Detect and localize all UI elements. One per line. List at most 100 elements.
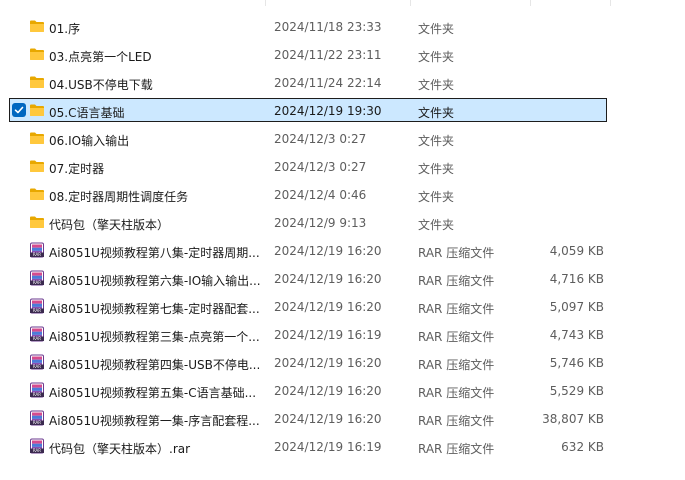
file-type: RAR 压缩文件 (418, 414, 495, 428)
file-row[interactable]: RAR 代码包（擎天柱版本）.rar 2024/12/19 16:19 RAR … (0, 433, 685, 461)
file-date-modified: 2024/12/9 9:13 (274, 216, 367, 230)
file-name[interactable]: 03.点亮第一个LED (49, 48, 261, 65)
file-size: 632 KB (561, 440, 604, 454)
checkmark-icon (14, 106, 24, 114)
file-row[interactable]: 08.定时器周期性调度任务 2024/12/4 0:46 文件夹 (0, 181, 685, 209)
file-row[interactable]: 05.C语言基础 2024/12/19 19:30 文件夹 (0, 97, 685, 125)
file-row[interactable]: 04.USB不停电下载 2024/11/24 22:14 文件夹 (0, 69, 685, 97)
svg-text:RAR: RAR (33, 336, 41, 341)
file-date-modified: 2024/12/19 16:19 (274, 328, 382, 342)
file-name[interactable]: Ai8051U视频教程第七集-定时器配套... (49, 300, 261, 317)
svg-text:RAR: RAR (33, 252, 41, 257)
rar-icon: RAR (29, 382, 45, 398)
file-date-modified: 2024/12/4 0:46 (274, 188, 367, 202)
file-type: RAR 压缩文件 (418, 246, 495, 260)
rar-icon: RAR (29, 270, 45, 286)
file-type: 文件夹 (418, 190, 455, 204)
file-row[interactable]: RAR Ai8051U视频教程第六集-IO输入输出... 2024/12/19 … (0, 265, 685, 293)
file-name[interactable]: Ai8051U视频教程第六集-IO输入输出... (49, 272, 261, 289)
svg-text:RAR: RAR (33, 280, 41, 285)
file-type: 文件夹 (418, 106, 455, 120)
file-date-modified: 2024/12/19 16:20 (274, 244, 382, 258)
file-type: RAR 压缩文件 (418, 330, 495, 344)
folder-icon (29, 214, 45, 230)
file-type: 文件夹 (418, 162, 455, 176)
file-size: 4,743 KB (549, 328, 604, 342)
file-date-modified: 2024/11/22 23:11 (274, 48, 382, 62)
svg-text:RAR: RAR (33, 392, 41, 397)
svg-text:RAR: RAR (33, 420, 41, 425)
file-size: 4,059 KB (549, 244, 604, 258)
file-date-modified: 2024/12/19 19:30 (274, 104, 382, 118)
file-type: 文件夹 (418, 22, 455, 36)
rar-icon: RAR (29, 354, 45, 370)
file-type: 文件夹 (418, 50, 455, 64)
file-name[interactable]: Ai8051U视频教程第五集-C语言基础... (49, 384, 261, 401)
svg-text:RAR: RAR (33, 448, 41, 453)
folder-icon (29, 18, 45, 34)
file-name[interactable]: Ai8051U视频教程第一集-序言配套程... (49, 412, 261, 429)
file-row[interactable]: 01.序 2024/11/18 23:33 文件夹 (0, 13, 685, 41)
svg-text:RAR: RAR (33, 308, 41, 313)
file-name[interactable]: 08.定时器周期性调度任务 (49, 188, 261, 205)
file-type: 文件夹 (418, 218, 455, 232)
file-name[interactable]: Ai8051U视频教程第三集-点亮第一个... (49, 328, 261, 345)
file-row[interactable]: RAR Ai8051U视频教程第七集-定时器配套... 2024/12/19 1… (0, 293, 685, 321)
file-name[interactable]: Ai8051U视频教程第八集-定时器周期... (49, 244, 261, 261)
file-name[interactable]: 04.USB不停电下载 (49, 76, 261, 93)
folder-icon (29, 46, 45, 62)
file-name[interactable]: 07.定时器 (49, 160, 261, 177)
file-type: RAR 压缩文件 (418, 442, 495, 456)
file-row[interactable]: RAR Ai8051U视频教程第五集-C语言基础... 2024/12/19 1… (0, 377, 685, 405)
row-checkbox[interactable] (12, 103, 26, 117)
file-size: 5,746 KB (549, 356, 604, 370)
file-type: RAR 压缩文件 (418, 358, 495, 372)
file-type: RAR 压缩文件 (418, 274, 495, 288)
file-date-modified: 2024/11/24 22:14 (274, 76, 382, 90)
rar-icon: RAR (29, 410, 45, 426)
column-divider[interactable] (410, 0, 411, 6)
file-row[interactable]: 07.定时器 2024/12/3 0:27 文件夹 (0, 153, 685, 181)
file-date-modified: 2024/12/19 16:20 (274, 272, 382, 286)
file-row[interactable]: RAR Ai8051U视频教程第三集-点亮第一个... 2024/12/19 1… (0, 321, 685, 349)
folder-icon (29, 102, 45, 118)
file-row[interactable]: 03.点亮第一个LED 2024/11/22 23:11 文件夹 (0, 41, 685, 69)
file-date-modified: 2024/12/19 16:20 (274, 412, 382, 426)
column-divider[interactable] (610, 0, 611, 6)
file-type: 文件夹 (418, 134, 455, 148)
folder-icon (29, 158, 45, 174)
file-name[interactable]: 06.IO输入输出 (49, 132, 261, 149)
file-name[interactable]: Ai8051U视频教程第四集-USB不停电... (49, 356, 261, 373)
file-row[interactable]: 06.IO输入输出 2024/12/3 0:27 文件夹 (0, 125, 685, 153)
file-size: 5,097 KB (549, 300, 604, 314)
file-type: 文件夹 (418, 78, 455, 92)
file-type: RAR 压缩文件 (418, 386, 495, 400)
file-name[interactable]: 05.C语言基础 (49, 104, 261, 121)
column-divider[interactable] (265, 0, 266, 6)
file-date-modified: 2024/12/19 16:20 (274, 384, 382, 398)
file-size: 5,529 KB (549, 384, 604, 398)
rar-icon: RAR (29, 326, 45, 342)
file-date-modified: 2024/12/19 16:20 (274, 300, 382, 314)
file-name[interactable]: 代码包（擎天柱版本）.rar (49, 440, 261, 457)
file-row[interactable]: RAR Ai8051U视频教程第一集-序言配套程... 2024/12/19 1… (0, 405, 685, 433)
file-date-modified: 2024/12/3 0:27 (274, 160, 367, 174)
file-row[interactable]: RAR Ai8051U视频教程第四集-USB不停电... 2024/12/19 … (0, 349, 685, 377)
file-name[interactable]: 代码包（擎天柱版本） (49, 216, 261, 233)
column-divider[interactable] (530, 0, 531, 6)
file-size: 38,807 KB (542, 412, 604, 426)
rar-icon: RAR (29, 298, 45, 314)
column-header-strip (0, 0, 685, 6)
svg-text:RAR: RAR (33, 364, 41, 369)
file-list: 01.序 2024/11/18 23:33 文件夹 03.点亮第一个LED 20… (0, 13, 685, 461)
file-row[interactable]: RAR Ai8051U视频教程第八集-定时器周期... 2024/12/19 1… (0, 237, 685, 265)
file-date-modified: 2024/12/19 16:20 (274, 356, 382, 370)
file-type: RAR 压缩文件 (418, 302, 495, 316)
rar-icon: RAR (29, 438, 45, 454)
file-date-modified: 2024/11/18 23:33 (274, 20, 382, 34)
file-date-modified: 2024/12/19 16:19 (274, 440, 382, 454)
file-row[interactable]: 代码包（擎天柱版本） 2024/12/9 9:13 文件夹 (0, 209, 685, 237)
folder-icon (29, 130, 45, 146)
folder-icon (29, 186, 45, 202)
file-name[interactable]: 01.序 (49, 20, 261, 37)
